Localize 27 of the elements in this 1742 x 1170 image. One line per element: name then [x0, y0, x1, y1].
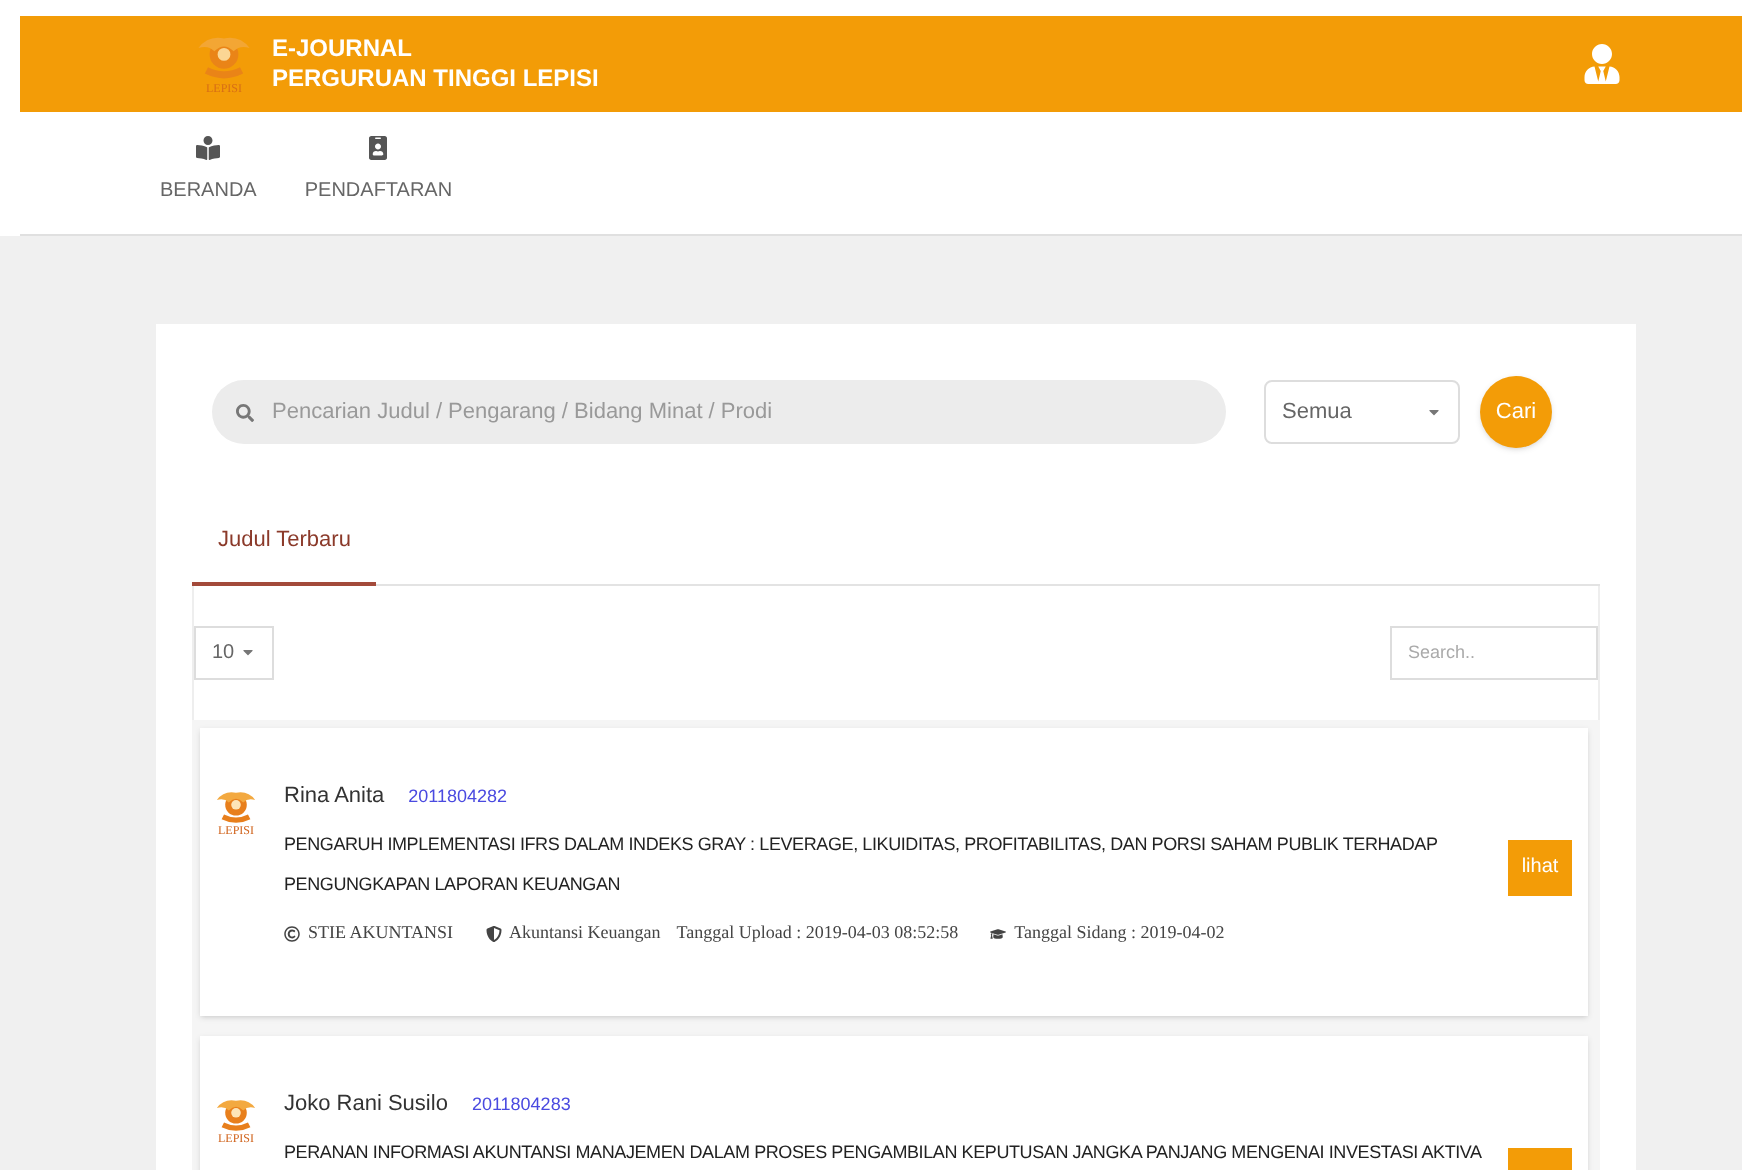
author-name: Rina Anita — [284, 781, 385, 811]
session-date: Tanggal Sidang : 2019-04-02 — [1014, 920, 1225, 946]
site-subtitle: PERGURUAN TINGGI LEPISI — [272, 64, 599, 94]
category-dropdown[interactable]: Semua — [1264, 380, 1460, 444]
page-size-dropdown[interactable]: 10 — [194, 625, 274, 679]
caret-icon — [240, 644, 256, 660]
reader-icon — [196, 136, 221, 160]
nav-link[interactable]: BERANDA — [160, 136, 257, 206]
upload-date: Tanggal Upload : 2019-04-03 08:52:58 — [676, 920, 959, 946]
graduation-cap-icon — [990, 925, 1007, 942]
major-label: Akuntansi Keuangan — [509, 920, 661, 946]
site-title: E-JOURNAL — [272, 34, 415, 64]
tab[interactable]: Judul Terbaru — [192, 524, 377, 585]
school-label: STIE AKUNTANSI — [308, 920, 454, 946]
search-field[interactable]: Pencarian Judul / Pengarang / Bidang Minat / Prodi — [212, 380, 1226, 444]
list-search-field[interactable]: Search.. — [1390, 625, 1598, 679]
nav-link[interactable]: PENDAFTARAN — [304, 136, 453, 206]
journal-title[interactable]: PENGARUH IMPLEMENTASI IFRS DALAM INDEKS GRAY : LEVERAGE, LIKUIDITAS, PROFITABILITAS, DAN PORSI SAHAM PUBLIK TERHADAP PENGUNGKAPAN LAPORAN KEUANGAN — [284, 824, 1492, 904]
journal-title[interactable]: PERANAN INFORMASI AKUNTANSI MANAJEMEN DALAM PROSES PENGAMBILAN KEPUTUSAN JANGKA PANJANG MENGENAI INVESTASI AKTIVA — [284, 1132, 1492, 1170]
shield-icon — [485, 925, 502, 942]
author-name: Joko Rani Susilo — [284, 1089, 448, 1119]
user-icon[interactable] — [1582, 44, 1622, 84]
search-icon — [236, 404, 254, 422]
badge-icon — [366, 136, 391, 160]
caret-icon — [1426, 404, 1442, 420]
student-id-link[interactable]: 2011804282 — [408, 783, 508, 810]
student-id-link[interactable]: 2011804283 — [471, 1091, 571, 1118]
